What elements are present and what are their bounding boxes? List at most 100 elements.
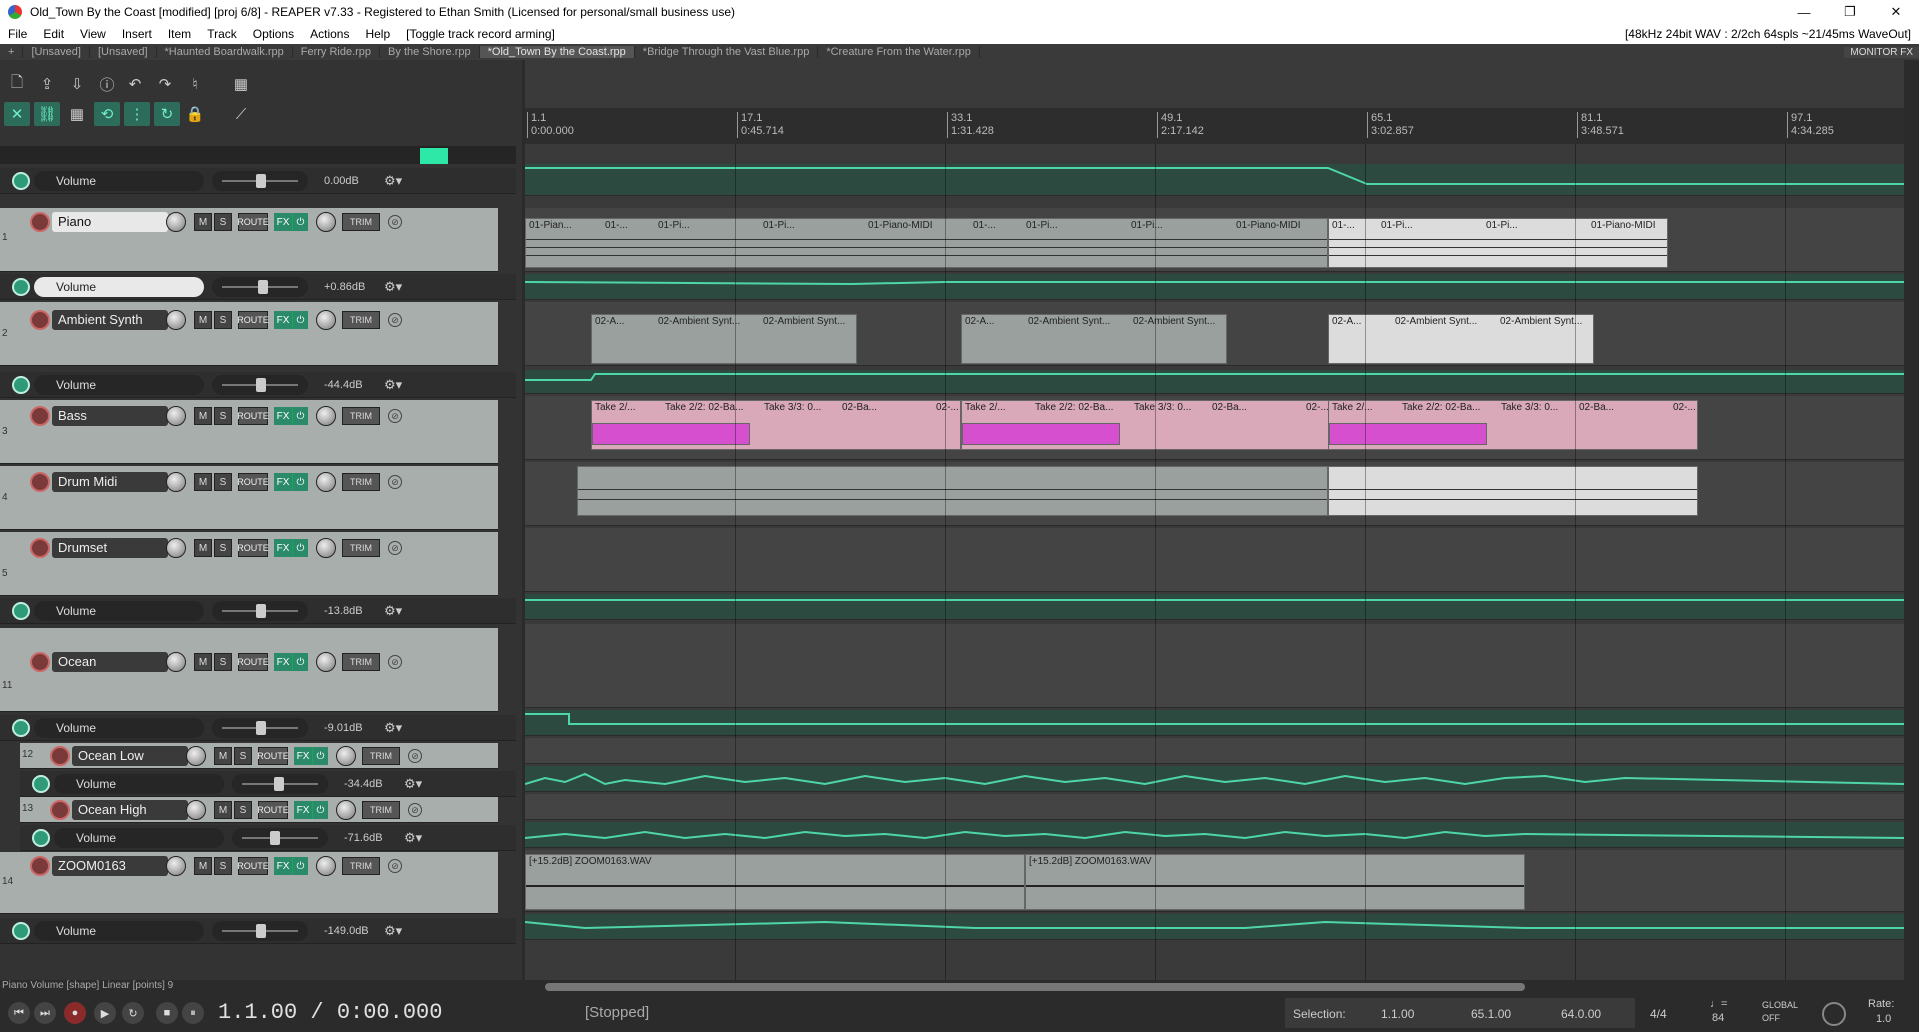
mute-button[interactable]: M: [194, 407, 212, 425]
audio-item[interactable]: [+15.2dB] ZOOM0163.WAV: [1025, 854, 1525, 910]
record-arm-button[interactable]: [30, 856, 50, 876]
track-name[interactable]: Drum Midi: [52, 472, 168, 492]
envelope-icon[interactable]: ⊘: [408, 749, 422, 763]
stop-icon[interactable]: ■: [156, 1002, 178, 1024]
metronome-icon[interactable]: ♮: [182, 72, 208, 96]
track-ocean[interactable]: 11 Ocean M S ROUTE FX ⏻ TRIM ⊘: [0, 628, 498, 712]
volume-knob[interactable]: [166, 538, 186, 558]
master-envelope-lane[interactable]: [525, 164, 1904, 196]
envelope-name[interactable]: Volume: [34, 171, 204, 191]
menu-track[interactable]: Track: [199, 27, 245, 41]
new-tab-button[interactable]: +: [0, 46, 24, 58]
pan-knob[interactable]: [316, 406, 336, 426]
fx-bypass-button[interactable]: ⏻: [312, 747, 328, 765]
fx-bypass-button[interactable]: ⏻: [292, 539, 308, 557]
midi-item[interactable]: [577, 466, 1328, 516]
mute-button[interactable]: M: [194, 653, 212, 671]
fx-bypass-button[interactable]: ⏻: [292, 653, 308, 671]
monitor-fx-button[interactable]: MONITOR FX: [1844, 46, 1919, 58]
envelope-name[interactable]: Volume: [54, 828, 224, 848]
volume-knob[interactable]: [166, 406, 186, 426]
drumset-envelope-lane[interactable]: [525, 594, 1904, 620]
track-drumset[interactable]: 5 Drumset M S ROUTE FX ⏻ TRIM ⊘: [0, 532, 498, 596]
envelope-name[interactable]: Volume: [54, 774, 224, 794]
automation-trim-button[interactable]: TRIM: [342, 539, 380, 557]
envelope-volume-slider[interactable]: [212, 171, 308, 191]
maximize-button[interactable]: ❐: [1827, 0, 1873, 24]
record-arm-button[interactable]: [30, 538, 50, 558]
volume-knob[interactable]: [166, 212, 186, 232]
envelope-volume-slider[interactable]: [212, 277, 308, 297]
midi-item[interactable]: 01-Pian... 01-... 01-Pi... 01-Pi... 01-P…: [525, 218, 1328, 268]
record-arm-button[interactable]: [30, 406, 50, 426]
scroll-thumb[interactable]: [545, 983, 1525, 991]
envelope-name[interactable]: Volume: [34, 718, 204, 738]
fx-button[interactable]: FX: [274, 213, 292, 231]
gear-icon[interactable]: ⚙▾: [384, 923, 402, 939]
track-name[interactable]: Ocean Low: [72, 746, 188, 766]
solo-button[interactable]: S: [214, 473, 232, 491]
route-button[interactable]: ROUTE: [237, 213, 269, 231]
solo-button[interactable]: S: [214, 857, 232, 875]
menu-options[interactable]: Options: [245, 27, 302, 41]
volume-knob[interactable]: [186, 746, 206, 766]
route-button[interactable]: ROUTE: [237, 407, 269, 425]
solo-button[interactable]: S: [234, 747, 252, 765]
record-arm-button[interactable]: [30, 310, 50, 330]
solo-button[interactable]: S: [214, 213, 232, 231]
record-arm-button[interactable]: [50, 800, 70, 820]
envelope-icon[interactable]: ⊘: [388, 541, 402, 555]
close-button[interactable]: ✕: [1873, 0, 1919, 24]
pan-knob[interactable]: [316, 538, 336, 558]
envelope-name[interactable]: Volume: [34, 277, 204, 297]
mute-button[interactable]: M: [214, 747, 232, 765]
arrange-view[interactable]: 1.1 0:00.000 17.1 0:45.714 33.1 1:31.428 49…: [525, 60, 1904, 980]
fx-bypass-button[interactable]: ⏻: [292, 311, 308, 329]
track-piano[interactable]: 1 Piano M S ROUTE FX ⏻ TRIM ⊘: [0, 208, 498, 272]
envelope-power-button[interactable]: [12, 719, 30, 737]
volume-knob[interactable]: [166, 856, 186, 876]
tab-project[interactable]: *Haunted Boardwalk.rpp: [157, 46, 293, 58]
midi-item[interactable]: 01-... 01-Pi... 01-Pi... 01-Piano-MIDI: [1328, 218, 1668, 268]
automation-trim-button[interactable]: TRIM: [342, 473, 380, 491]
envelope-volume-slider[interactable]: [232, 774, 328, 794]
ocean-envelope-lane[interactable]: [525, 710, 1904, 736]
menu-actions[interactable]: Actions: [302, 27, 357, 41]
solo-button[interactable]: S: [214, 539, 232, 557]
mute-button[interactable]: M: [194, 473, 212, 491]
loop-icon[interactable]: ↻: [154, 102, 180, 126]
envelope-power-button[interactable]: [32, 775, 50, 793]
record-arm-button[interactable]: [50, 746, 70, 766]
envelope-icon[interactable]: ⊘: [388, 215, 402, 229]
fx-button[interactable]: FX: [294, 747, 312, 765]
time-signature[interactable]: 4/4: [1650, 1007, 1667, 1021]
ambient-synth-lane[interactable]: 02-A... 02-Ambient Synt... 02-Ambient Sy…: [525, 302, 1904, 366]
lock-icon[interactable]: 🔒: [182, 102, 208, 126]
menu-edit[interactable]: Edit: [35, 27, 72, 41]
fx-button[interactable]: FX: [274, 473, 292, 491]
envelope-name[interactable]: Volume: [34, 601, 204, 621]
undo-icon[interactable]: ↶: [122, 72, 148, 96]
tab-project[interactable]: By the Shore.rpp: [380, 46, 480, 58]
fx-bypass-button[interactable]: ⏻: [292, 473, 308, 491]
route-button[interactable]: ROUTE: [237, 311, 269, 329]
menu-insert[interactable]: Insert: [114, 27, 160, 41]
global-automation-state[interactable]: OFF: [1762, 1013, 1780, 1023]
pan-knob[interactable]: [336, 746, 356, 766]
tab-project[interactable]: *Bridge Through the Vast Blue.rpp: [635, 46, 819, 58]
gear-icon[interactable]: ⚙▾: [384, 603, 402, 619]
ambient-envelope-lane[interactable]: [525, 370, 1904, 394]
tab-project[interactable]: Ferry Ride.rpp: [293, 46, 381, 58]
selection-end[interactable]: 65.1.00: [1471, 1007, 1511, 1021]
drum-midi-lane[interactable]: [525, 462, 1904, 526]
envelope-power-button[interactable]: [12, 602, 30, 620]
rate-knob[interactable]: [1822, 1002, 1846, 1026]
solo-button[interactable]: S: [214, 311, 232, 329]
pan-knob[interactable]: [316, 310, 336, 330]
automation-trim-button[interactable]: TRIM: [362, 801, 400, 819]
timeline-ruler[interactable]: 1.1 0:00.000 17.1 0:45.714 33.1 1:31.428 49…: [525, 108, 1904, 144]
fx-bypass-button[interactable]: ⏻: [312, 801, 328, 819]
automation-trim-button[interactable]: TRIM: [342, 213, 380, 231]
track-name[interactable]: Bass: [52, 406, 168, 426]
vertical-scrollbar[interactable]: [1904, 60, 1919, 980]
